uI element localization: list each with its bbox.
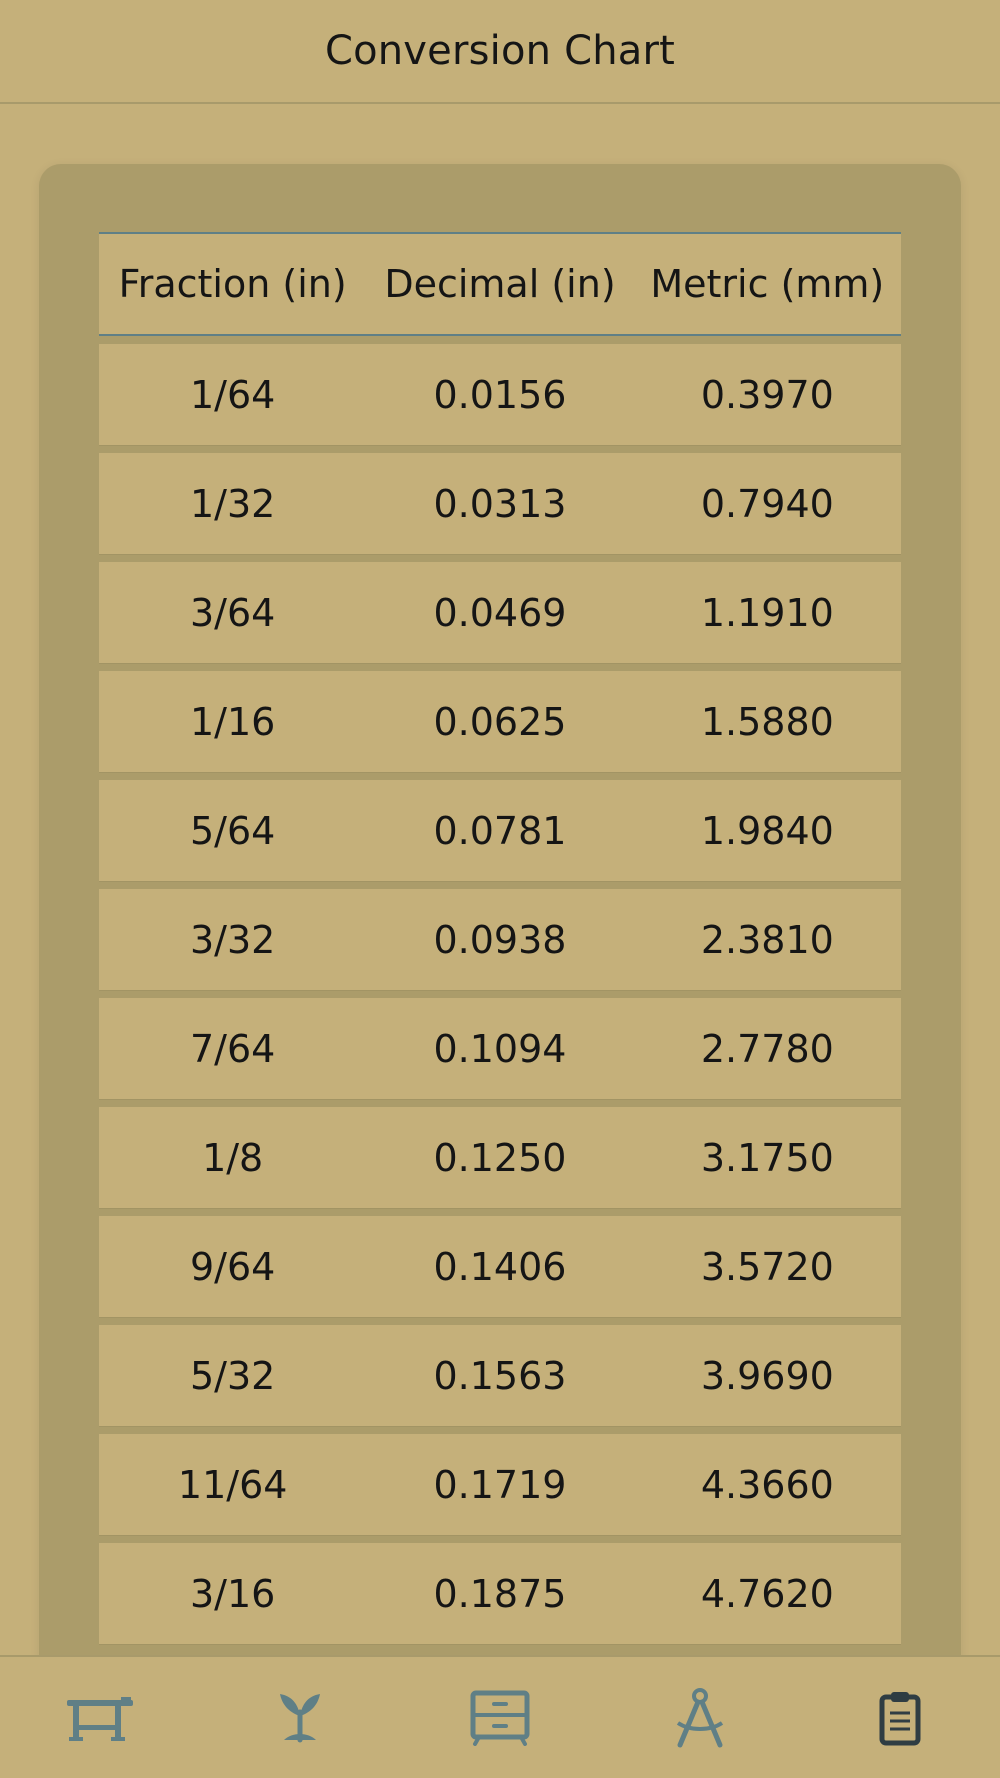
conversion-table: Fraction (in) Decimal (in) Metric (mm) 1… (99, 232, 901, 1652)
table-row: 3/32 0.0938 2.3810 (99, 889, 901, 990)
metric-cell: 2.3810 (700, 917, 834, 962)
page-title: Conversion Chart (324, 28, 676, 74)
tab-drafting[interactable] (640, 1668, 760, 1768)
decimal-cell: 0.0625 (433, 699, 567, 744)
decimal-cell: 0.1406 (433, 1244, 567, 1289)
metric-cell: 1.9840 (700, 808, 834, 853)
table-row: 3/16 0.1875 4.7620 (99, 1543, 901, 1644)
table-row: 1/8 0.1250 3.1750 (99, 1107, 901, 1208)
decimal-cell: 0.0469 (433, 590, 567, 635)
metric-cell: 4.3660 (700, 1462, 834, 1507)
tab-sprout[interactable] (240, 1668, 360, 1768)
table-row: 5/64 0.0781 1.9840 (99, 780, 901, 881)
fraction-cell: 1/32 (189, 481, 276, 526)
fraction-cell: 1/8 (202, 1135, 264, 1180)
fraction-cell: 11/64 (177, 1462, 288, 1507)
fraction-cell: 3/16 (189, 1571, 276, 1616)
sprout-icon (274, 1690, 326, 1746)
table-body: 1/64 0.0156 0.3970 1/32 0.0313 0.7940 3/… (99, 344, 901, 1644)
metric-cell: 1.5880 (700, 699, 834, 744)
metric-cell: 3.5720 (700, 1244, 834, 1289)
table-row: 3/64 0.0469 1.1910 (99, 562, 901, 663)
decimal-cell: 0.1250 (433, 1135, 567, 1180)
decimal-cell: 0.1719 (433, 1462, 567, 1507)
fraction-cell: 1/16 (189, 699, 276, 744)
table-header: Fraction (in) Decimal (in) Metric (mm) (99, 232, 901, 336)
metric-cell: 0.7940 (700, 481, 834, 526)
table-row: 1/16 0.0625 1.5880 (99, 671, 901, 772)
header: Conversion Chart (0, 0, 1000, 104)
fraction-cell: 3/32 (189, 917, 276, 962)
tab-workbench[interactable] (40, 1668, 160, 1768)
column-header-metric: Metric (mm) (650, 262, 885, 306)
clipboard-icon (878, 1690, 922, 1746)
metric-cell: 0.3970 (700, 372, 834, 417)
decimal-cell: 0.1094 (433, 1026, 567, 1071)
decimal-cell: 0.0313 (433, 481, 567, 526)
tab-clipboard[interactable] (840, 1668, 960, 1768)
decimal-cell: 0.1563 (433, 1353, 567, 1398)
bottom-tab-bar (0, 1655, 1000, 1778)
workbench-icon (65, 1694, 135, 1742)
decimal-cell: 0.0938 (433, 917, 567, 962)
decimal-cell: 0.1875 (433, 1571, 567, 1616)
table-row: 1/32 0.0313 0.7940 (99, 453, 901, 554)
drafting-compass-icon (672, 1687, 728, 1749)
metric-cell: 3.1750 (700, 1135, 834, 1180)
fraction-cell: 9/64 (189, 1244, 276, 1289)
table-row: 7/64 0.1094 2.7780 (99, 998, 901, 1099)
table-row: 11/64 0.1719 4.3660 (99, 1434, 901, 1535)
tab-dresser[interactable] (440, 1668, 560, 1768)
table-row: 1/64 0.0156 0.3970 (99, 344, 901, 445)
fraction-cell: 3/64 (189, 590, 276, 635)
metric-cell: 4.7620 (700, 1571, 834, 1616)
app-screen: Conversion Chart Fraction (in) Decimal (… (0, 0, 1000, 1778)
metric-cell: 2.7780 (700, 1026, 834, 1071)
metric-cell: 3.9690 (700, 1353, 834, 1398)
dresser-icon (469, 1690, 531, 1746)
decimal-cell: 0.0156 (433, 372, 567, 417)
decimal-cell: 0.0781 (433, 808, 567, 853)
fraction-cell: 5/32 (189, 1353, 276, 1398)
fraction-cell: 1/64 (189, 372, 276, 417)
table-row: 9/64 0.1406 3.5720 (99, 1216, 901, 1317)
column-header-decimal: Decimal (in) (384, 262, 616, 306)
fraction-cell: 7/64 (189, 1026, 276, 1071)
metric-cell: 1.1910 (700, 590, 834, 635)
fraction-cell: 5/64 (189, 808, 276, 853)
column-header-fraction: Fraction (in) (118, 262, 347, 306)
table-row: 5/32 0.1563 3.9690 (99, 1325, 901, 1426)
